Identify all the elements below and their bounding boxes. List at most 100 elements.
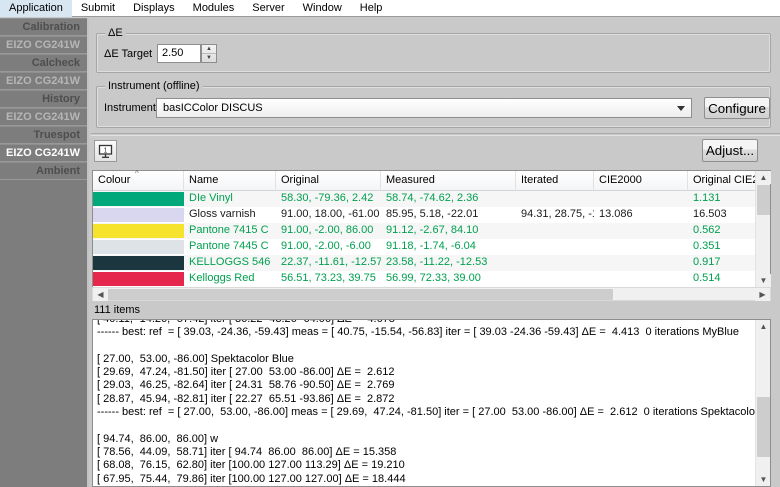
adjust-button[interactable]: Adjust... [702, 139, 758, 162]
original-cie2000-cell: 0.917 [688, 255, 755, 271]
sidebar-item[interactable]: EIZO CG241W [0, 144, 87, 162]
measured-cell: 91.18, -1.74, -6.04 [381, 239, 516, 255]
table-vertical-scrollbar[interactable]: ▲ ▼ [755, 171, 770, 287]
colour-swatch [93, 272, 184, 286]
original-cell: 91.00, -2.00, -6.00 [276, 239, 381, 255]
log-vscroll-thumb[interactable] [757, 397, 770, 457]
sidebar-item[interactable]: History [0, 90, 87, 108]
configure-button[interactable]: Configure [704, 97, 770, 119]
column-header[interactable]: CIE2000 [594, 171, 688, 190]
iterated-cell: 94.31, 28.75, -102.66 [516, 207, 594, 223]
sidebar-item[interactable]: Calibration [0, 18, 87, 36]
display-select-button[interactable]: 1 [94, 140, 117, 162]
delta-e-target-stepper[interactable]: ▲ ▼ [201, 44, 217, 63]
delta-e-group-title: ΔE [105, 27, 126, 39]
colour-swatch [93, 208, 184, 222]
iterated-cell [516, 223, 594, 239]
colour-table: Colour Name Original Measured Iterated C… [92, 170, 771, 301]
original-cie2000-cell: 0.562 [688, 223, 755, 239]
sidebar-item[interactable]: Truespot [0, 126, 87, 144]
table-body: DIe Vinyl 58.30, -79.36, 2.42 58.74, -74… [93, 191, 756, 287]
menu-item[interactable]: Help [351, 0, 392, 17]
colour-cell [93, 239, 184, 255]
menu-item[interactable]: Displays [124, 0, 184, 17]
cie2000-cell [594, 271, 688, 287]
horizontal-splitter[interactable] [91, 133, 780, 136]
iterated-cell [516, 239, 594, 255]
colour-cell [93, 207, 184, 223]
sidebar-item[interactable]: Ambient [0, 162, 87, 180]
menu-item[interactable]: Application [0, 0, 72, 17]
measured-cell: 58.74, -74.62, 2.36 [381, 191, 516, 207]
instrument-select[interactable]: basICColor DISCUS [156, 98, 692, 118]
measured-cell: 23.58, -11.22, -12.53 [381, 255, 516, 271]
spin-down-icon[interactable]: ▼ [202, 54, 216, 63]
column-header[interactable]: Iterated [516, 171, 594, 190]
colour-swatch [93, 224, 184, 238]
original-cell: 22.37, -11.61, -12.57 [276, 255, 381, 271]
scroll-down-icon[interactable]: ▼ [756, 473, 771, 486]
delta-e-target-label: ΔE Target [104, 47, 152, 61]
table-header: Colour Name Original Measured Iterated C… [93, 171, 770, 191]
table-row[interactable]: KELLOGGS 546 22.37, -11.61, -12.57 23.58… [93, 255, 756, 271]
instrument-selected-value: basICColor DISCUS [163, 102, 263, 114]
log-output[interactable]: [ 40.11, -14.26, -57.42] iter [ 36.22 -4… [92, 319, 771, 487]
sidebar: Calibration EIZO CG241W Calcheck EIZO CG… [0, 18, 89, 487]
scroll-down-icon[interactable]: ▼ [756, 274, 771, 287]
measured-cell: 85.95, 5.18, -22.01 [381, 207, 516, 223]
cie2000-cell: 13.086 [594, 207, 688, 223]
table-row[interactable]: Pantone 7445 C 91.00, -2.00, -6.00 91.18… [93, 239, 756, 255]
table-vscroll-thumb[interactable] [757, 185, 770, 215]
column-header[interactable]: Original [276, 171, 381, 190]
column-header[interactable]: Original CIE200 [688, 171, 755, 190]
menu-item[interactable]: Window [294, 0, 351, 17]
sidebar-item[interactable]: EIZO CG241W [0, 72, 87, 90]
cie2000-cell [594, 223, 688, 239]
scroll-right-icon[interactable]: ▶ [755, 288, 770, 301]
colour-swatch [93, 192, 184, 206]
iterated-cell [516, 191, 594, 207]
instrument-group-title: Instrument (offline) [105, 80, 203, 92]
original-cie2000-cell: 0.351 [688, 239, 755, 255]
scroll-up-icon[interactable]: ▲ [756, 171, 771, 184]
chevron-down-icon [677, 106, 685, 111]
table-hscroll-thumb[interactable] [108, 289, 613, 300]
table-row[interactable]: Gloss varnish 91.00, 18.00, -61.00 85.95… [93, 207, 756, 223]
name-cell: KELLOGGS 546 [184, 255, 276, 271]
items-count-label: 111 items [94, 304, 140, 316]
sort-ascending-icon: ^ [135, 169, 139, 178]
delta-e-target-input[interactable]: 2.50 [157, 44, 201, 63]
instrument-group: Instrument (offline) Instrument basICCol… [96, 86, 771, 128]
menu-item[interactable]: Server [243, 0, 293, 17]
log-text: [ 40.11, -14.26, -57.42] iter [ 36.22 -4… [97, 319, 753, 487]
menu-bar: Application Submit Displays Modules Serv… [0, 0, 780, 17]
name-cell: Pantone 7445 C [184, 239, 276, 255]
menu-item[interactable]: Submit [72, 0, 124, 17]
sidebar-item[interactable]: EIZO CG241W [0, 108, 87, 126]
menu-item[interactable]: Modules [184, 0, 244, 17]
name-cell: Pantone 7415 C [184, 223, 276, 239]
original-cell: 91.00, -2.00, 86.00 [276, 223, 381, 239]
sidebar-item[interactable]: Calcheck [0, 54, 87, 72]
table-row[interactable]: Pantone 7415 C 91.00, -2.00, 86.00 91.12… [93, 223, 756, 239]
name-cell: DIe Vinyl [184, 191, 276, 207]
colour-swatch [93, 256, 184, 270]
iterated-cell [516, 271, 594, 287]
original-cell: 91.00, 18.00, -61.00 [276, 207, 381, 223]
spin-up-icon[interactable]: ▲ [202, 45, 216, 54]
table-horizontal-scrollbar[interactable]: ◀ ▶ [92, 287, 771, 301]
table-row[interactable]: DIe Vinyl 58.30, -79.36, 2.42 58.74, -74… [93, 191, 756, 207]
table-row[interactable]: Kelloggs Red 56.51, 73.23, 39.75 56.99, … [93, 271, 756, 287]
scroll-left-icon[interactable]: ◀ [93, 288, 108, 301]
sidebar-item[interactable]: EIZO CG241W [0, 36, 87, 54]
original-cell: 58.30, -79.36, 2.42 [276, 191, 381, 207]
main-panel: ΔE ΔE Target 2.50 ▲ ▼ Instrument (offlin… [91, 18, 780, 487]
column-header[interactable]: Measured [381, 171, 516, 190]
svg-text:1: 1 [104, 147, 108, 154]
column-header[interactable]: Name [184, 171, 276, 190]
scroll-up-icon[interactable]: ▲ [756, 320, 771, 333]
name-cell: Gloss varnish [184, 207, 276, 223]
log-vertical-scrollbar[interactable]: ▲ ▼ [755, 320, 770, 486]
original-cie2000-cell: 0.514 [688, 271, 755, 287]
measured-cell: 91.12, -2.67, 84.10 [381, 223, 516, 239]
